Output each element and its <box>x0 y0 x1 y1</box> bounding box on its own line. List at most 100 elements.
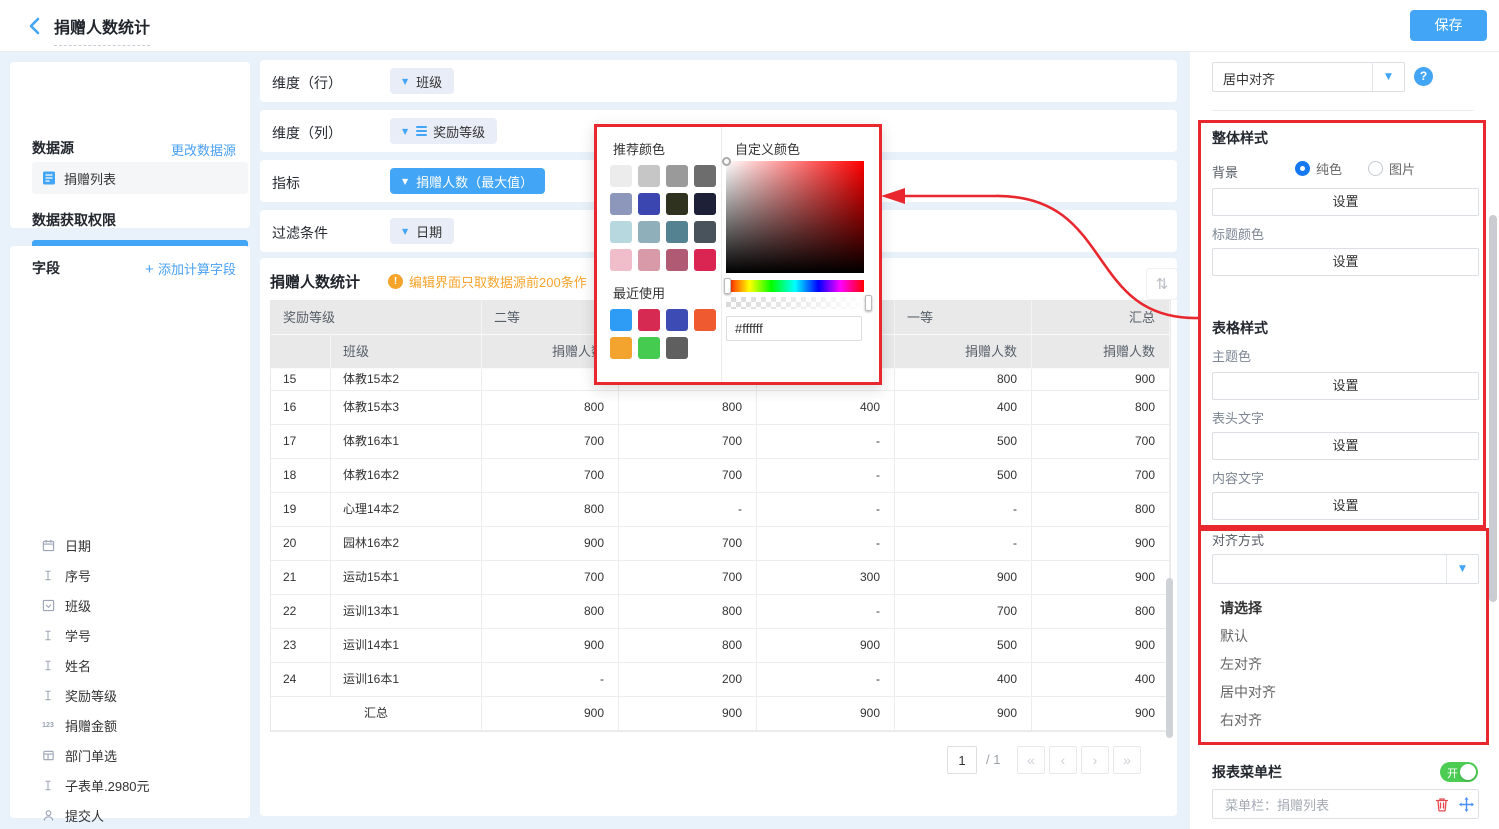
back-button[interactable] <box>24 14 46 38</box>
warning-banner: ! 编辑界面只取数据源前200条作 <box>388 272 587 291</box>
table-total-label: 汇总 <box>271 697 482 731</box>
table-style-header: 表格样式 <box>1212 318 1268 338</box>
toggle-knob <box>1460 764 1476 780</box>
theme-color-set-button[interactable]: 设置 <box>1212 372 1479 400</box>
table-cell-value: 800 <box>1032 493 1170 527</box>
alpha-slider-handle[interactable] <box>865 295 872 311</box>
align-option-2[interactable]: 左对齐 <box>1212 650 1472 678</box>
field-item-8[interactable]: 子表单.2980元 <box>10 770 250 800</box>
calendar-icon <box>40 539 56 552</box>
field-item-6[interactable]: 123捐赠金额 <box>10 710 250 740</box>
save-button[interactable]: 保存 <box>1410 10 1487 41</box>
filter-chip[interactable]: ▼日期 <box>390 218 454 244</box>
table-cell-value: 400 <box>757 391 895 425</box>
color-swatch[interactable] <box>694 221 716 243</box>
sort-button[interactable]: ⇅ <box>1146 268 1178 300</box>
add-calc-field-link[interactable]: + 添加计算字段 <box>145 259 236 278</box>
table-cell-value: 700 <box>1032 459 1170 493</box>
bg-image-radio[interactable]: 图片 <box>1368 159 1415 178</box>
table-cell-value: 900 <box>757 629 895 663</box>
field-item-0[interactable]: 日期 <box>10 530 250 560</box>
table-row-index: 20 <box>271 527 331 561</box>
hue-slider[interactable] <box>726 280 864 292</box>
hue-slider-handle[interactable] <box>724 278 731 294</box>
table-cell-value: 700 <box>482 425 619 459</box>
color-swatch[interactable] <box>666 165 688 187</box>
field-item-2[interactable]: 班级 <box>10 590 250 620</box>
divider <box>721 127 722 382</box>
bg-set-button[interactable]: 设置 <box>1212 188 1479 216</box>
content-text-set-button[interactable]: 设置 <box>1212 492 1479 520</box>
color-swatch[interactable] <box>638 221 660 243</box>
hex-color-input[interactable] <box>726 316 862 341</box>
color-swatch[interactable] <box>694 249 716 271</box>
page-number-input[interactable] <box>947 746 977 774</box>
field-item-4[interactable]: 姓名 <box>10 650 250 680</box>
table-row-class: 运训16本1 <box>331 663 482 697</box>
datasource-item[interactable]: 捐赠列表 <box>32 162 248 194</box>
color-swatch[interactable] <box>610 165 632 187</box>
color-swatch[interactable] <box>638 249 660 271</box>
table-cell-value: 900 <box>482 629 619 663</box>
color-swatch[interactable] <box>610 249 632 271</box>
help-icon[interactable]: ? <box>1414 67 1433 86</box>
color-swatch[interactable] <box>638 193 660 215</box>
field-item-9[interactable]: 提交人 <box>10 800 250 829</box>
field-item-7[interactable]: 部门单选 <box>10 740 250 770</box>
last-page-button[interactable]: » <box>1113 746 1141 774</box>
prev-page-button[interactable]: ‹ <box>1049 746 1077 774</box>
align-option-4[interactable]: 右对齐 <box>1212 706 1472 734</box>
department-icon <box>40 749 56 762</box>
gradient-handle-icon[interactable] <box>722 157 731 166</box>
color-swatch[interactable] <box>610 309 632 331</box>
header-text-set-button[interactable]: 设置 <box>1212 432 1479 460</box>
alpha-slider[interactable] <box>726 297 870 309</box>
table-cell-value: 700 <box>619 425 757 459</box>
first-page-button[interactable]: « <box>1017 746 1045 774</box>
color-swatch[interactable] <box>638 309 660 331</box>
color-swatch[interactable] <box>610 337 632 359</box>
align-option-1[interactable]: 默认 <box>1212 622 1472 650</box>
align-option-3[interactable]: 居中对齐 <box>1212 678 1472 706</box>
field-label: 序号 <box>65 566 91 585</box>
title-align-select[interactable]: 居中对齐 ▼ <box>1212 62 1405 92</box>
saturation-gradient[interactable] <box>726 161 864 273</box>
next-page-button[interactable]: › <box>1081 746 1109 774</box>
color-swatch[interactable] <box>694 193 716 215</box>
move-icon[interactable] <box>1454 797 1478 812</box>
table-row-index: 17 <box>271 425 331 459</box>
report-menu-toggle[interactable]: 开 <box>1440 762 1478 782</box>
metric-chip[interactable]: ▼捐赠人数（最大值） <box>390 168 545 194</box>
color-swatch[interactable] <box>694 309 716 331</box>
color-swatch[interactable] <box>638 337 660 359</box>
select-icon <box>40 599 56 612</box>
table-cell-value: 500 <box>895 425 1032 459</box>
color-swatch[interactable] <box>638 165 660 187</box>
trash-icon[interactable] <box>1430 797 1454 812</box>
dimension-row-chip[interactable]: ▼班级 <box>390 68 454 94</box>
dimension-col-chip[interactable]: ▼奖励等级 <box>390 118 497 144</box>
color-swatch[interactable] <box>666 221 688 243</box>
bg-solid-radio[interactable]: 纯色 <box>1295 159 1342 178</box>
color-swatch[interactable] <box>694 165 716 187</box>
align-option-0[interactable]: 请选择 <box>1212 594 1472 622</box>
color-swatch[interactable] <box>666 337 688 359</box>
color-swatch[interactable] <box>610 193 632 215</box>
page-scrollbar[interactable] <box>1489 215 1497 602</box>
table-cell-value: - <box>619 493 757 527</box>
radio-unselected-icon <box>1368 161 1383 176</box>
table-scrollbar[interactable] <box>1166 578 1173 738</box>
color-swatch[interactable] <box>666 193 688 215</box>
table-cell-value: - <box>757 595 895 629</box>
color-swatch[interactable] <box>610 221 632 243</box>
chevron-down-icon: ▼ <box>1446 555 1478 583</box>
field-item-3[interactable]: 学号 <box>10 620 250 650</box>
color-swatch[interactable] <box>666 249 688 271</box>
field-item-5[interactable]: 奖励等级 <box>10 680 250 710</box>
field-item-1[interactable]: 序号 <box>10 560 250 590</box>
table-cell-value: 700 <box>895 595 1032 629</box>
change-datasource-link[interactable]: 更改数据源 <box>171 140 236 159</box>
title-color-set-button[interactable]: 设置 <box>1212 248 1479 276</box>
color-swatch[interactable] <box>666 309 688 331</box>
align-method-select[interactable]: ▼ <box>1212 554 1479 584</box>
